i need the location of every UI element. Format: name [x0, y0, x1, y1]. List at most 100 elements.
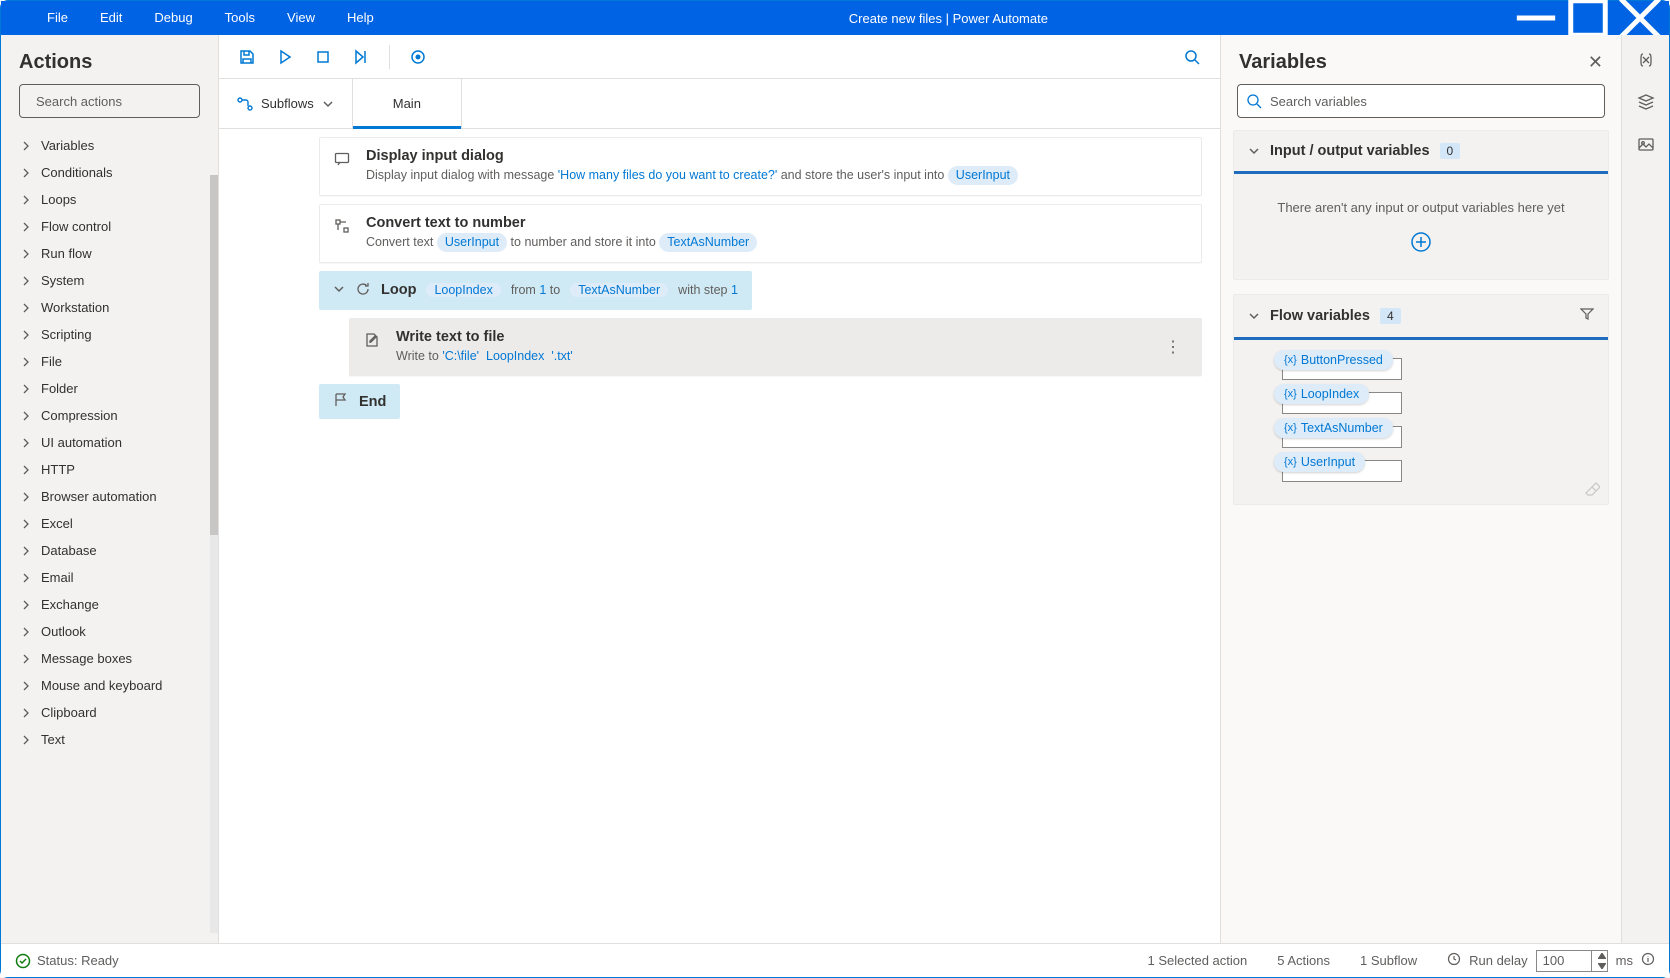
io-variables-header[interactable]: Input / output variables 0 [1234, 131, 1608, 174]
save-button[interactable] [233, 43, 261, 71]
more-icon[interactable]: ⋮ [1159, 337, 1187, 357]
action-category[interactable]: Variables [1, 132, 218, 159]
step-loop[interactable]: Loop LoopIndex from 1 to TextAsNumber wi… [319, 271, 752, 310]
action-category[interactable]: Text [1, 726, 218, 753]
action-category[interactable]: Outlook [1, 618, 218, 645]
flow-variables-header[interactable]: Flow variables 4 [1234, 295, 1608, 340]
action-category[interactable]: Excel [1, 510, 218, 537]
action-category[interactable]: Compression [1, 402, 218, 429]
tab-main[interactable]: Main [353, 79, 462, 128]
step-convert-text-to-number[interactable]: Convert text to number Convert text User… [319, 204, 1202, 263]
action-category[interactable]: Exchange [1, 591, 218, 618]
variable-token: UserInput [948, 166, 1018, 185]
flow-variables-section: Flow variables 4 {x}ButtonPressed {x}Loop… [1233, 294, 1609, 505]
step-title: Loop [381, 282, 416, 298]
filter-icon[interactable] [1580, 307, 1594, 325]
images-icon[interactable] [1635, 133, 1657, 155]
status-subflow: 1 Subflow [1360, 953, 1417, 968]
action-category[interactable]: System [1, 267, 218, 294]
variable-token: TextAsNumber [659, 233, 757, 252]
flow-variable[interactable]: {x}ButtonPressed [1274, 350, 1594, 370]
step-write-text-to-file[interactable]: Write text to file Write to 'C:\file' Lo… [349, 318, 1202, 377]
io-count-badge: 0 [1440, 143, 1461, 159]
close-button[interactable] [1617, 1, 1663, 35]
action-category[interactable]: HTTP [1, 456, 218, 483]
action-category[interactable]: Message boxes [1, 645, 218, 672]
close-panel-button[interactable]: ✕ [1588, 52, 1603, 73]
action-category[interactable]: Folder [1, 375, 218, 402]
scrollbar-thumb[interactable] [210, 175, 218, 535]
actions-heading: Actions [1, 35, 218, 84]
menu-debug[interactable]: Debug [138, 1, 208, 35]
search-variables-input[interactable] [1270, 94, 1596, 109]
minimize-button[interactable] [1513, 1, 1559, 35]
spin-up[interactable] [1598, 951, 1607, 961]
action-category[interactable]: Scripting [1, 321, 218, 348]
menu-view[interactable]: View [271, 1, 331, 35]
action-category[interactable]: File [1, 348, 218, 375]
action-category[interactable]: Database [1, 537, 218, 564]
variables-icon[interactable] [1635, 49, 1657, 71]
step-display-input-dialog[interactable]: Display input dialog Display input dialo… [319, 137, 1202, 196]
step-button[interactable] [347, 43, 375, 71]
status-ok-icon [15, 952, 37, 969]
action-category[interactable]: Run flow [1, 240, 218, 267]
menu-file[interactable]: File [31, 1, 84, 35]
maximize-button[interactable] [1565, 1, 1611, 35]
step-title: End [359, 394, 386, 410]
scrollbar[interactable] [210, 175, 218, 933]
action-category[interactable]: Mouse and keyboard [1, 672, 218, 699]
search-actions-input[interactable] [36, 94, 212, 109]
action-category[interactable]: Loops [1, 186, 218, 213]
eraser-icon[interactable] [1584, 481, 1600, 500]
search-actions[interactable] [19, 84, 200, 118]
window-title: Create new files | Power Automate [390, 11, 1507, 26]
run-delay-input[interactable]: 100 [1536, 950, 1608, 972]
action-category[interactable]: Email [1, 564, 218, 591]
toolbar [219, 35, 1220, 79]
search-variables[interactable] [1237, 84, 1605, 118]
convert-icon [334, 215, 352, 252]
run-delay-label: Run delay [1469, 953, 1528, 968]
menu-tools[interactable]: Tools [209, 1, 271, 35]
toolbar-divider [389, 45, 390, 69]
status-text: Status: Ready [37, 953, 119, 968]
flow-variable[interactable]: {x}LoopIndex [1274, 384, 1594, 404]
action-category[interactable]: Clipboard [1, 699, 218, 726]
layers-icon[interactable] [1635, 91, 1657, 113]
flow-count-badge: 4 [1380, 308, 1401, 324]
step-title: Write text to file [396, 329, 1145, 345]
info-icon[interactable] [1641, 952, 1655, 969]
action-category-list[interactable]: VariablesConditionalsLoopsFlow controlRu… [1, 128, 218, 943]
variables-panel: Variables ✕ Input / output variables 0 T… [1221, 35, 1621, 943]
dialog-icon [334, 148, 352, 185]
action-category[interactable]: Flow control [1, 213, 218, 240]
action-category[interactable]: Conditionals [1, 159, 218, 186]
step-title: Convert text to number [366, 215, 1187, 231]
flow-designer[interactable]: 1 Display input dialog Display input dia… [219, 129, 1220, 943]
status-selected: 1 Selected action [1148, 953, 1248, 968]
title-bar: File Edit Debug Tools View Help Create n… [1, 1, 1669, 35]
record-button[interactable] [404, 43, 432, 71]
flow-variable-list: {x}ButtonPressed {x}LoopIndex {x}TextAsNum… [1234, 340, 1608, 504]
menu-bar: File Edit Debug Tools View Help [1, 1, 390, 35]
subflows-toggle[interactable]: Subflows [219, 79, 353, 128]
write-file-icon [364, 329, 382, 366]
action-category[interactable]: Workstation [1, 294, 218, 321]
variable-token: UserInput [437, 233, 507, 252]
menu-edit[interactable]: Edit [84, 1, 138, 35]
run-button[interactable] [271, 43, 299, 71]
menu-help[interactable]: Help [331, 1, 390, 35]
spin-down[interactable] [1598, 961, 1607, 971]
search-flow-button[interactable] [1178, 43, 1206, 71]
collapse-icon[interactable] [333, 283, 345, 298]
actions-panel: Actions VariablesConditionalsLoopsFlow c… [1, 35, 219, 943]
flow-variable[interactable]: {x}UserInput [1274, 452, 1594, 472]
variable-token: TextAsNumber [570, 283, 668, 297]
add-variable-button[interactable] [1410, 231, 1432, 253]
step-end[interactable]: End [319, 384, 400, 419]
action-category[interactable]: UI automation [1, 429, 218, 456]
flow-variable[interactable]: {x}TextAsNumber [1274, 418, 1594, 438]
action-category[interactable]: Browser automation [1, 483, 218, 510]
stop-button[interactable] [309, 43, 337, 71]
